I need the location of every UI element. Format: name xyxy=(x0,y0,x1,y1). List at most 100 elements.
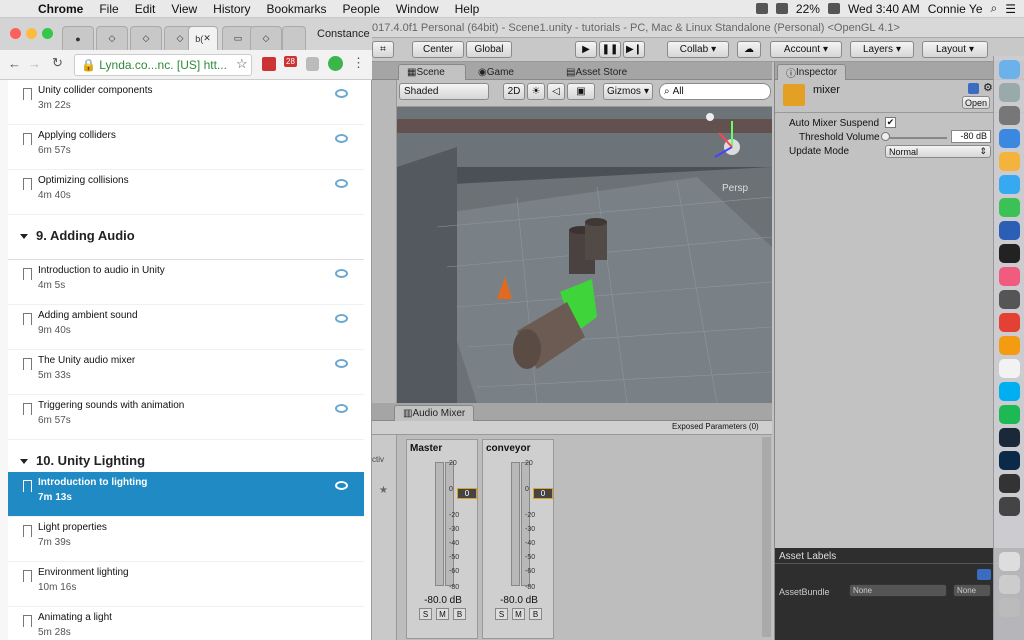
list-item[interactable]: Adding ambient sound 9m 40s xyxy=(8,305,364,350)
menu-help[interactable]: Help xyxy=(447,2,488,16)
collab-button[interactable]: Collab ▾ xyxy=(667,41,729,58)
sublime-icon[interactable] xyxy=(999,336,1020,355)
photoshop-icon[interactable] xyxy=(999,451,1020,470)
trash-icon[interactable] xyxy=(999,598,1020,617)
conveyor-bypass-button[interactable]: B xyxy=(529,608,542,620)
siri-icon[interactable] xyxy=(999,83,1020,102)
list-item[interactable]: Optimizing collisions 4m 40s xyxy=(8,170,364,215)
tab-2[interactable]: ◇ xyxy=(96,26,128,50)
pivot-center-button[interactable]: Center xyxy=(412,41,464,58)
user-name[interactable]: Connie Ye xyxy=(928,2,983,16)
menu-app-name[interactable]: Chrome xyxy=(30,2,91,16)
bookmark-icon[interactable] xyxy=(23,480,32,492)
bookmark-icon[interactable] xyxy=(23,403,32,415)
launchpad-icon[interactable] xyxy=(999,106,1020,125)
scene-search-input[interactable]: ⌕ All xyxy=(659,83,771,100)
clock[interactable]: Wed 3:40 AM xyxy=(848,2,920,16)
effects-dropdown-icon[interactable]: ▣ xyxy=(567,83,595,100)
mixer-strip-master[interactable]: Master 0 -80.0 dB S M B 20 0 -20 -30 -40 -50 -… xyxy=(406,439,478,639)
threshold-volume-slider[interactable] xyxy=(885,137,947,139)
threshold-volume-thumb[interactable] xyxy=(881,132,890,141)
menu-window[interactable]: Window xyxy=(388,2,447,16)
chrome-icon[interactable] xyxy=(999,313,1020,332)
bookmark-icon[interactable] xyxy=(23,133,32,145)
battery-icon[interactable] xyxy=(827,3,840,14)
account-dropdown[interactable]: Account ▾ xyxy=(770,41,842,58)
star-icon[interactable]: ★ xyxy=(379,485,388,496)
notification-center-icon[interactable]: ☰ xyxy=(1005,2,1016,16)
bookmark-icon[interactable] xyxy=(23,178,32,190)
tab-inspector[interactable]: ⓘ Inspector xyxy=(777,64,847,80)
new-tab-button[interactable] xyxy=(282,26,306,50)
lighting-toggle-icon[interactable]: ☀ xyxy=(527,83,545,100)
list-item[interactable]: Unity collider components 3m 22s xyxy=(8,80,364,125)
back-icon[interactable]: ← xyxy=(8,56,21,71)
gizmos-dropdown[interactable]: Gizmos ▾ xyxy=(603,83,653,100)
itunes-icon[interactable] xyxy=(999,267,1020,286)
unity-icon[interactable] xyxy=(999,474,1020,493)
master-mute-button[interactable]: M xyxy=(436,608,449,620)
spotlight-icon[interactable]: ⌕ xyxy=(991,1,998,16)
master-bypass-button[interactable]: B xyxy=(453,608,466,620)
update-mode-dropdown[interactable]: Normal ⇕ xyxy=(885,145,991,158)
shield-icon[interactable] xyxy=(306,57,319,71)
tab-3[interactable]: ◇ xyxy=(130,26,162,50)
conveyor-fader[interactable]: 0 xyxy=(533,488,553,499)
skype-icon[interactable] xyxy=(999,382,1020,401)
mixer-strip-conveyor[interactable]: conveyor 0 -80.0 dB S M B 20 0 -20 -30 -40 -5… xyxy=(482,439,554,639)
downloads-icon[interactable] xyxy=(999,575,1020,594)
toggle-2d-button[interactable]: 2D xyxy=(503,83,525,100)
tab-scene[interactable]: ▦ Scene xyxy=(398,64,466,80)
calendar-icon[interactable] xyxy=(999,359,1020,378)
extension-icon[interactable] xyxy=(262,57,276,71)
finder-icon[interactable] xyxy=(999,60,1020,79)
dropbox-icon[interactable] xyxy=(755,3,768,14)
tab-active[interactable]: b( ✕ xyxy=(188,26,218,50)
profile-name[interactable]: Constance xyxy=(317,28,370,40)
photos-icon[interactable] xyxy=(999,152,1020,171)
master-solo-button[interactable]: S xyxy=(419,608,432,620)
step-icon[interactable]: ▶❙ xyxy=(623,41,645,58)
bookmark-star-icon[interactable]: ☆ xyxy=(236,56,248,72)
master-fader[interactable]: 0 xyxy=(457,488,477,499)
menu-view[interactable]: View xyxy=(163,2,205,16)
list-item-active[interactable]: Introduction to lighting 7m 13s xyxy=(8,472,364,517)
layout-dropdown[interactable]: Layout ▾ xyxy=(922,41,988,58)
layers-dropdown[interactable]: Layers ▾ xyxy=(850,41,914,58)
menu-kebab-icon[interactable]: ⋮ xyxy=(352,55,365,71)
list-item[interactable]: Animating a light 5m 28s xyxy=(8,607,364,640)
chapter-header[interactable]: 9. Adding Audio xyxy=(8,215,364,260)
tab-asset-store[interactable]: ▤ Asset Store xyxy=(558,64,635,80)
minimize-window-icon[interactable] xyxy=(26,28,37,39)
menu-history[interactable]: History xyxy=(205,2,258,16)
pivot-global-button[interactable]: Global xyxy=(466,41,512,58)
settings-gear-icon[interactable]: ⚙ xyxy=(983,81,993,94)
system-preferences-icon[interactable] xyxy=(999,290,1020,309)
reload-icon[interactable]: ↻ xyxy=(52,55,63,71)
pause-icon[interactable]: ❚❚ xyxy=(599,41,621,58)
battery-percent[interactable]: 22% xyxy=(796,2,820,16)
list-item[interactable]: Triggering sounds with animation 6m 57s xyxy=(8,395,364,440)
close-window-icon[interactable] xyxy=(10,28,21,39)
list-item[interactable]: Environment lighting 10m 16s xyxy=(8,562,364,607)
transform-tool-icon[interactable]: ⌗ xyxy=(372,41,394,58)
list-item[interactable]: Applying colliders 6m 57s xyxy=(8,125,364,170)
extension-badge[interactable]: 28 xyxy=(284,56,297,67)
conveyor-solo-button[interactable]: S xyxy=(495,608,508,620)
bookmark-icon[interactable] xyxy=(23,313,32,325)
assetbundle-variant-dropdown[interactable]: None xyxy=(953,584,991,597)
tab-game[interactable]: ◉ Game xyxy=(470,64,522,80)
cloud-icon[interactable]: ☁ xyxy=(737,41,761,58)
document-icon[interactable] xyxy=(999,552,1020,571)
menu-people[interactable]: People xyxy=(335,2,388,16)
bookmark-icon[interactable] xyxy=(23,615,32,627)
conveyor-mute-button[interactable]: M xyxy=(512,608,525,620)
bookmark-icon[interactable] xyxy=(23,358,32,370)
forward-icon[interactable]: → xyxy=(28,56,41,71)
bookmark-icon[interactable] xyxy=(23,570,32,582)
assetbundle-dropdown[interactable]: None xyxy=(849,584,947,597)
list-item[interactable]: Introduction to audio in Unity 4m 5s xyxy=(8,260,364,305)
tab-1[interactable]: ● xyxy=(62,26,94,50)
shading-dropdown[interactable]: Shaded xyxy=(399,83,489,100)
messages-icon[interactable] xyxy=(999,175,1020,194)
